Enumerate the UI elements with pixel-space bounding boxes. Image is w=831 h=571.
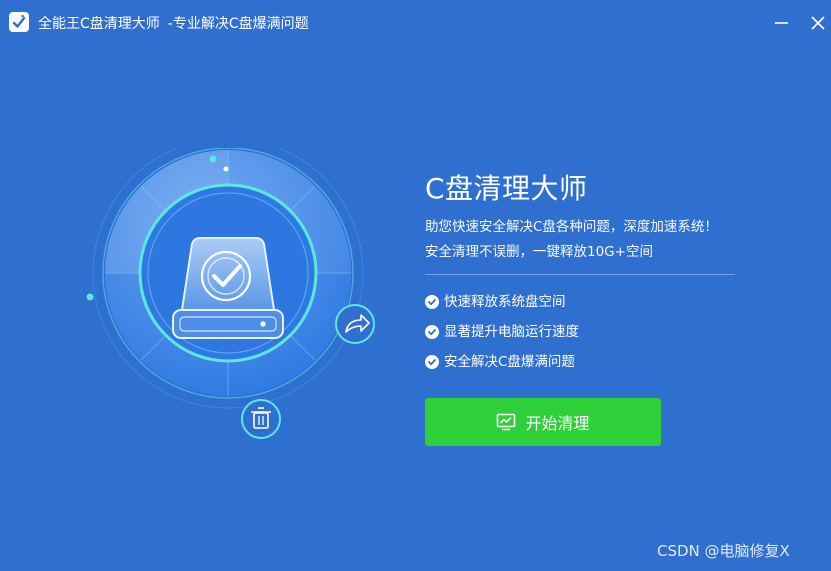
monitor-chart-icon [496,413,516,431]
feature-item: 显著提升电脑运行速度 [425,323,579,341]
title-bar: 全能王C盘清理大师 -专业解决C盘爆满问题 [0,0,831,46]
feature-label: 安全解决C盘爆满问题 [444,354,575,370]
start-clean-label: 开始清理 [525,414,590,433]
app-name: 全能王C盘清理大师 [38,16,160,32]
feature-label: 快速释放系统盘空间 [444,294,566,310]
share-arrow-icon[interactable] [335,304,375,344]
check-circle-icon [425,325,439,339]
hero-title: C盘清理大师 [425,172,588,205]
close-button[interactable] [807,12,829,34]
disk-illustration [80,137,380,448]
minimize-icon [775,22,788,24]
feature-item: 安全解决C盘爆满问题 [425,353,575,371]
start-clean-button[interactable]: 开始清理 [425,398,661,446]
app-tagline: -专业解决C盘爆满问题 [167,16,309,32]
check-circle-icon [425,355,439,369]
close-icon [811,16,825,30]
feature-item: 快速释放系统盘空间 [425,293,566,311]
feature-label: 显著提升电脑运行速度 [444,324,579,340]
divider [425,274,735,275]
minimize-button[interactable] [771,12,793,34]
hero-description-line2: 安全清理不误删，一键释放10G+空间 [425,244,653,260]
window-title: 全能王C盘清理大师 -专业解决C盘爆满问题 [38,15,309,33]
trash-icon[interactable] [241,399,281,439]
hero-description-line1: 助您快速安全解决C盘各种问题，深度加速系统！ [425,219,718,235]
check-circle-icon [425,295,439,309]
app-logo-icon [9,12,29,32]
watermark: CSDN @电脑修复X [657,542,790,560]
